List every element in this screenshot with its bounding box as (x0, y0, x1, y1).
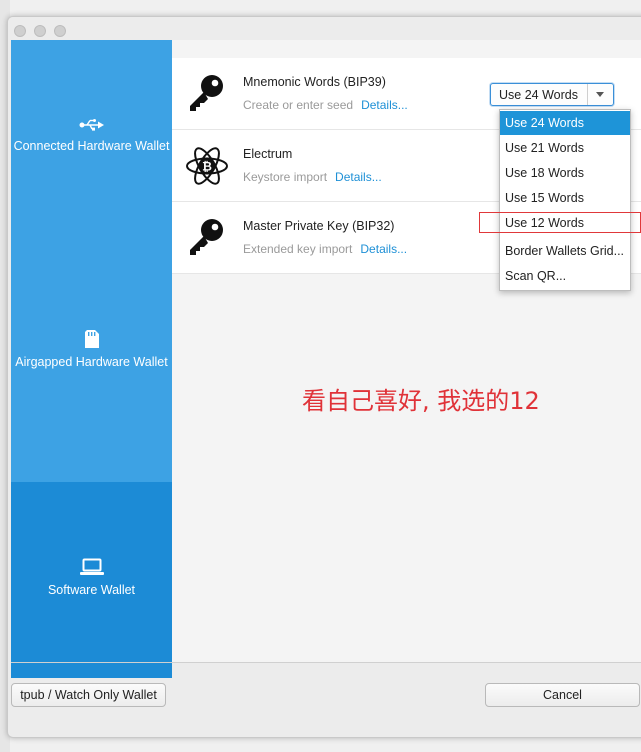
dropdown-option-24-words[interactable]: Use 24 Words (500, 111, 630, 135)
annotation-text: 看自己喜好, 我选的12 (302, 387, 540, 415)
sidebar-item-label: Airgapped Hardware Wallet (15, 355, 168, 369)
cancel-button[interactable]: Cancel (485, 683, 640, 707)
option-subtitle: Create or enter seed Details... (243, 98, 408, 112)
dropdown-option-15-words[interactable]: Use 15 Words (500, 186, 630, 210)
close-window-button[interactable] (14, 25, 26, 37)
details-link[interactable]: Details... (360, 242, 407, 256)
option-subtitle: Extended key import Details... (243, 242, 407, 256)
minimize-window-button[interactable] (34, 25, 46, 37)
option-title: Mnemonic Words (BIP39) (243, 75, 386, 89)
sd-card-icon (84, 330, 99, 348)
sidebar-item-airgapped-hardware[interactable]: Airgapped Hardware Wallet (11, 330, 172, 410)
key-icon (190, 219, 223, 255)
details-link[interactable]: Details... (335, 170, 382, 184)
electrum-logo-icon: ₿ (186, 147, 228, 185)
dropdown-option-18-words[interactable]: Use 18 Words (500, 161, 630, 185)
dropdown-option-border-wallets-grid[interactable]: Border Wallets Grid... (500, 239, 630, 263)
annotation-highlight-box (479, 212, 641, 233)
svg-text:₿: ₿ (202, 160, 212, 174)
option-subtitle-text: Keystore import (243, 170, 328, 184)
sidebar-item-connected-hardware[interactable]: Connected Hardware Wallet (11, 118, 172, 198)
sidebar-item-label: Software Wallet (47, 583, 136, 597)
sidebar-item-label: Connected Hardware Wallet (13, 139, 170, 153)
maximize-window-button[interactable] (54, 25, 66, 37)
dropdown-option-21-words[interactable]: Use 21 Words (500, 136, 630, 160)
word-count-value: Use 24 Words (499, 88, 578, 102)
word-count-combobox[interactable]: Use 24 Words (490, 83, 614, 106)
option-title: Electrum (243, 147, 293, 161)
footer-divider (11, 662, 641, 663)
sidebar-item-software-wallet[interactable]: Software Wallet (11, 482, 172, 678)
details-link[interactable]: Details... (361, 98, 408, 112)
word-count-dropdown: Use 24 Words Use 21 Words Use 18 Words U… (499, 109, 631, 291)
usb-icon (79, 119, 104, 131)
chevron-down-icon[interactable] (587, 84, 613, 105)
option-subtitle-text: Create or enter seed (243, 98, 354, 112)
tpub-watch-only-button[interactable]: tpub / Watch Only Wallet (11, 683, 166, 707)
key-icon (190, 75, 223, 111)
wallet-type-sidebar: Connected Hardware Wallet Airgapped Hard… (11, 40, 172, 678)
option-title: Master Private Key (BIP32) (243, 219, 395, 233)
dropdown-option-scan-qr[interactable]: Scan QR... (500, 264, 630, 288)
laptop-icon (79, 558, 104, 575)
option-subtitle: Keystore import Details... (243, 170, 382, 184)
option-subtitle-text: Extended key import (243, 242, 353, 256)
